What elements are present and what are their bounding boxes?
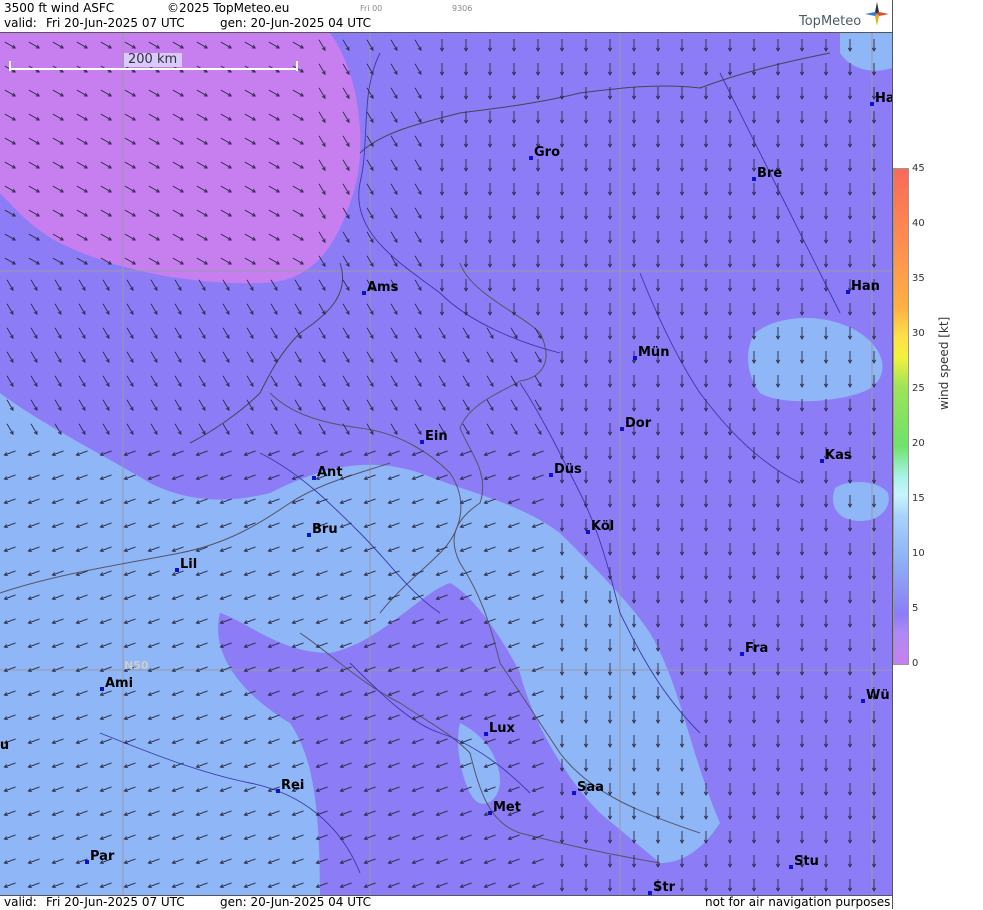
city-marker [549, 473, 553, 477]
city-label[interactable]: Köl [591, 519, 614, 534]
city-label[interactable]: ou [0, 738, 9, 753]
city-marker [861, 699, 865, 703]
copyright: ©2025 TopMeteo.eu [167, 1, 290, 15]
topmeteo-logo[interactable]: TopMeteo [795, 2, 891, 32]
city-marker [572, 791, 576, 795]
city-label[interactable]: Dor [625, 416, 651, 431]
map-title: 3500 ft wind ASFC [4, 1, 115, 15]
city-label[interactable]: Par [90, 849, 114, 864]
colorbar-tick: 0 [912, 658, 919, 669]
colorbar-tick: 5 [912, 603, 919, 614]
city-marker [586, 530, 590, 534]
colorbar-tick: 20 [912, 438, 925, 449]
city-marker [870, 102, 874, 106]
wind-map[interactable]: 200 km N50 Gro Bre Ha Ams Han Mün Ein Dor Kas Ant… [0, 33, 892, 895]
colorbar-tick: 25 [912, 383, 925, 394]
city-label[interactable]: Ami [105, 676, 133, 691]
city-label[interactable]: Str [653, 880, 675, 895]
city-label[interactable]: Kas [825, 448, 852, 463]
colorbar-tick: 30 [912, 328, 925, 339]
scale-label: 200 km [128, 52, 178, 67]
city-marker [620, 427, 624, 431]
gen-time: gen: 20-Jun-2025 04 UTC [220, 16, 372, 30]
city-marker [420, 440, 424, 444]
city-marker [85, 860, 89, 864]
city-label[interactable]: Lux [489, 721, 515, 736]
city-label[interactable]: Stu [794, 854, 819, 869]
footer-valid-time: Fri 20-Jun-2025 07 UTC [46, 895, 185, 909]
colorbar-tick: 15 [912, 493, 925, 504]
compass-icon [865, 2, 889, 26]
city-marker [307, 533, 311, 537]
city-label[interactable]: Bru [312, 522, 338, 537]
city-marker [484, 732, 488, 736]
city-marker [740, 652, 744, 656]
city-marker [175, 568, 179, 572]
city-marker [276, 789, 280, 793]
city-label[interactable]: Düs [554, 462, 582, 477]
city-label[interactable]: Ein [425, 429, 448, 444]
city-marker [846, 290, 850, 294]
city-marker [100, 687, 104, 691]
city-label[interactable]: Fra [745, 641, 768, 656]
colorbar-tick: 40 [912, 218, 925, 229]
city-label[interactable]: Ant [317, 465, 343, 480]
map-header: 3500 ft wind ASFC ©2025 TopMeteo.eu Fri … [0, 0, 892, 33]
wind-field-svg [0, 33, 892, 895]
city-label[interactable]: Lil [180, 557, 197, 572]
city-marker [789, 865, 793, 869]
valid-time: Fri 20-Jun-2025 07 UTC [46, 16, 185, 30]
city-label[interactable]: Han [851, 279, 880, 294]
disclaimer: not for air navigation purposes [705, 895, 891, 909]
colorbar-tick: 10 [912, 548, 925, 559]
grid-label-n50: N50 [124, 659, 149, 672]
colorbar [893, 168, 909, 665]
logo-text: TopMeteo [799, 14, 862, 29]
city-label[interactable]: Met [493, 800, 521, 815]
city-label[interactable]: Ams [367, 280, 398, 295]
city-label[interactable]: Ha [875, 91, 892, 106]
city-marker [820, 459, 824, 463]
city-marker [752, 177, 756, 181]
run-code: 9306 [452, 4, 473, 13]
city-label[interactable]: Rei [281, 778, 304, 793]
city-label[interactable]: Gro [534, 145, 560, 160]
city-marker [312, 476, 316, 480]
map-footer: valid: Fri 20-Jun-2025 07 UTC gen: 20-Ju… [0, 895, 892, 910]
colorbar-label: wind speed [kt] [937, 316, 951, 410]
city-marker [488, 811, 492, 815]
city-marker [529, 156, 533, 160]
colorbar-tick: 45 [912, 163, 925, 174]
city-label[interactable]: Bre [757, 166, 782, 181]
footer-valid-label: valid: [4, 895, 37, 909]
city-marker [362, 291, 366, 295]
city-label[interactable]: Wü [866, 688, 890, 703]
city-label[interactable]: Saa [577, 780, 604, 795]
colorbar-tick: 35 [912, 273, 925, 284]
city-label[interactable]: Mün [638, 345, 669, 360]
footer-gen-time: gen: 20-Jun-2025 04 UTC [220, 895, 372, 909]
run-label: Fri 00 [360, 4, 383, 13]
valid-label: valid: [4, 16, 37, 30]
city-marker [633, 356, 637, 360]
